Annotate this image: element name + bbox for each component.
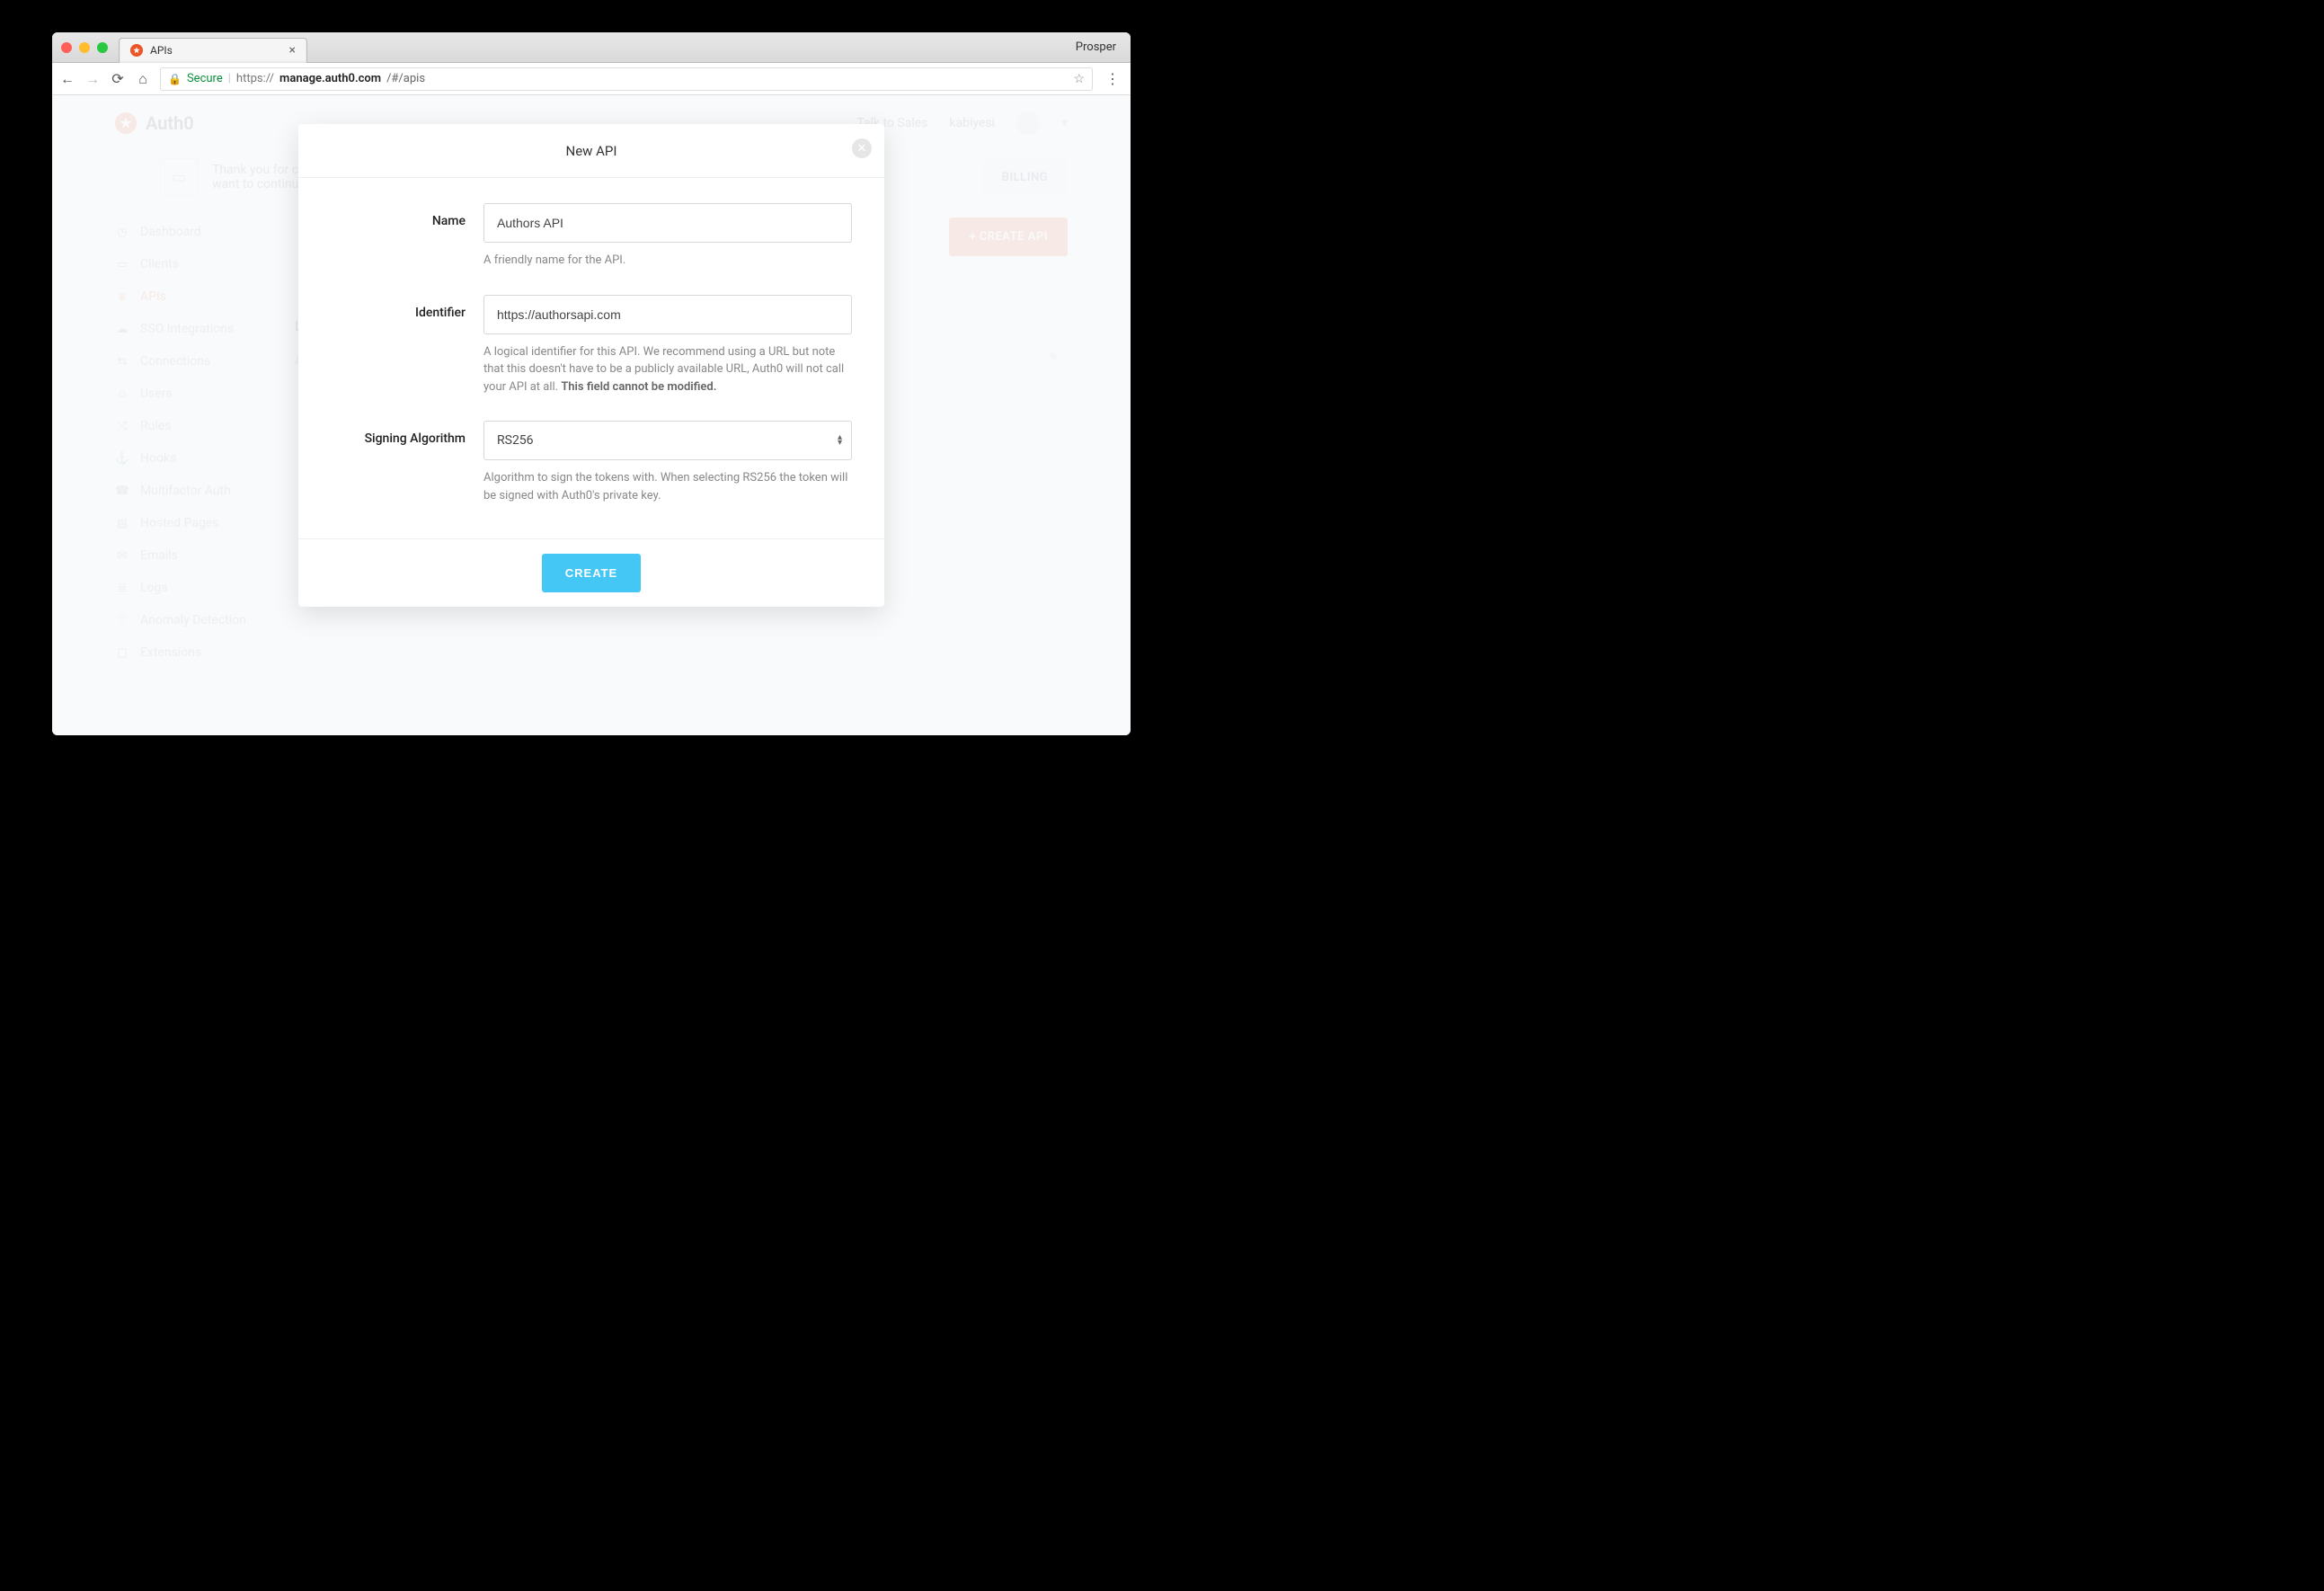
algo-value: RS256 bbox=[497, 433, 534, 448]
algo-hint: Algorithm to sign the tokens with. When … bbox=[483, 469, 852, 504]
url-prefix: https:// bbox=[236, 72, 274, 85]
name-input[interactable] bbox=[483, 203, 852, 243]
secure-label: Secure bbox=[187, 72, 223, 85]
name-label: Name bbox=[331, 203, 466, 270]
modal-body: Name A friendly name for the API. Identi… bbox=[298, 178, 884, 538]
url-domain: manage.auth0.com bbox=[279, 72, 381, 85]
chrome-profile[interactable]: Prosper bbox=[1076, 40, 1122, 54]
modal-overlay[interactable]: New API ✕ Name A friendly name for the A… bbox=[52, 95, 1131, 735]
algo-label: Signing Algorithm bbox=[331, 421, 466, 504]
url-path: /#/apis bbox=[386, 72, 425, 85]
form-row-name: Name A friendly name for the API. bbox=[331, 203, 852, 270]
identifier-input[interactable] bbox=[483, 295, 852, 334]
auth0-favicon-icon bbox=[130, 44, 143, 57]
create-button[interactable]: CREATE bbox=[542, 554, 641, 592]
close-window-icon[interactable] bbox=[61, 42, 72, 53]
tab-title: APIs bbox=[150, 44, 282, 57]
form-row-identifier: Identifier A logical identifier for this… bbox=[331, 295, 852, 396]
form-row-algo: Signing Algorithm RS256 ▴▾ Algorithm to … bbox=[331, 421, 852, 504]
lock-icon: 🔒 bbox=[168, 73, 182, 85]
titlebar: APIs × Prosper bbox=[52, 32, 1131, 63]
window-controls bbox=[61, 42, 108, 53]
modal-footer: CREATE bbox=[298, 538, 884, 607]
new-api-modal: New API ✕ Name A friendly name for the A… bbox=[298, 124, 884, 607]
minimize-window-icon[interactable] bbox=[79, 42, 90, 53]
modal-title: New API bbox=[566, 143, 617, 159]
modal-close-icon[interactable]: ✕ bbox=[852, 138, 872, 158]
reload-button[interactable]: ⟳ bbox=[110, 70, 126, 87]
url-input[interactable]: 🔒 Secure | https:// manage.auth0.com /#/ap… bbox=[160, 67, 1093, 91]
forward-button[interactable]: → bbox=[84, 70, 101, 88]
page: Auth0 Talk to Sales kabiyesi ▾ ▭ Thank y… bbox=[52, 95, 1131, 735]
identifier-hint: A logical identifier for this API. We re… bbox=[483, 343, 852, 396]
browser-window: APIs × Prosper ← → ⟳ ⌂ 🔒 Secure | https:… bbox=[52, 32, 1131, 735]
algo-select[interactable]: RS256 ▴▾ bbox=[483, 421, 852, 460]
back-button[interactable]: ← bbox=[59, 70, 75, 88]
tab-close-icon[interactable]: × bbox=[289, 43, 296, 58]
home-button[interactable]: ⌂ bbox=[135, 70, 151, 88]
identifier-label: Identifier bbox=[331, 295, 466, 396]
maximize-window-icon[interactable] bbox=[97, 42, 108, 53]
name-hint: A friendly name for the API. bbox=[483, 252, 852, 270]
browser-menu-icon[interactable]: ⋮ bbox=[1102, 70, 1123, 87]
url-separator: | bbox=[228, 72, 231, 85]
bookmark-star-icon[interactable]: ☆ bbox=[1073, 72, 1085, 86]
browser-tab[interactable]: APIs × bbox=[119, 38, 307, 63]
modal-header: New API ✕ bbox=[298, 124, 884, 178]
address-bar: ← → ⟳ ⌂ 🔒 Secure | https:// manage.auth0.… bbox=[52, 63, 1131, 95]
select-caret-icon: ▴▾ bbox=[838, 435, 842, 446]
